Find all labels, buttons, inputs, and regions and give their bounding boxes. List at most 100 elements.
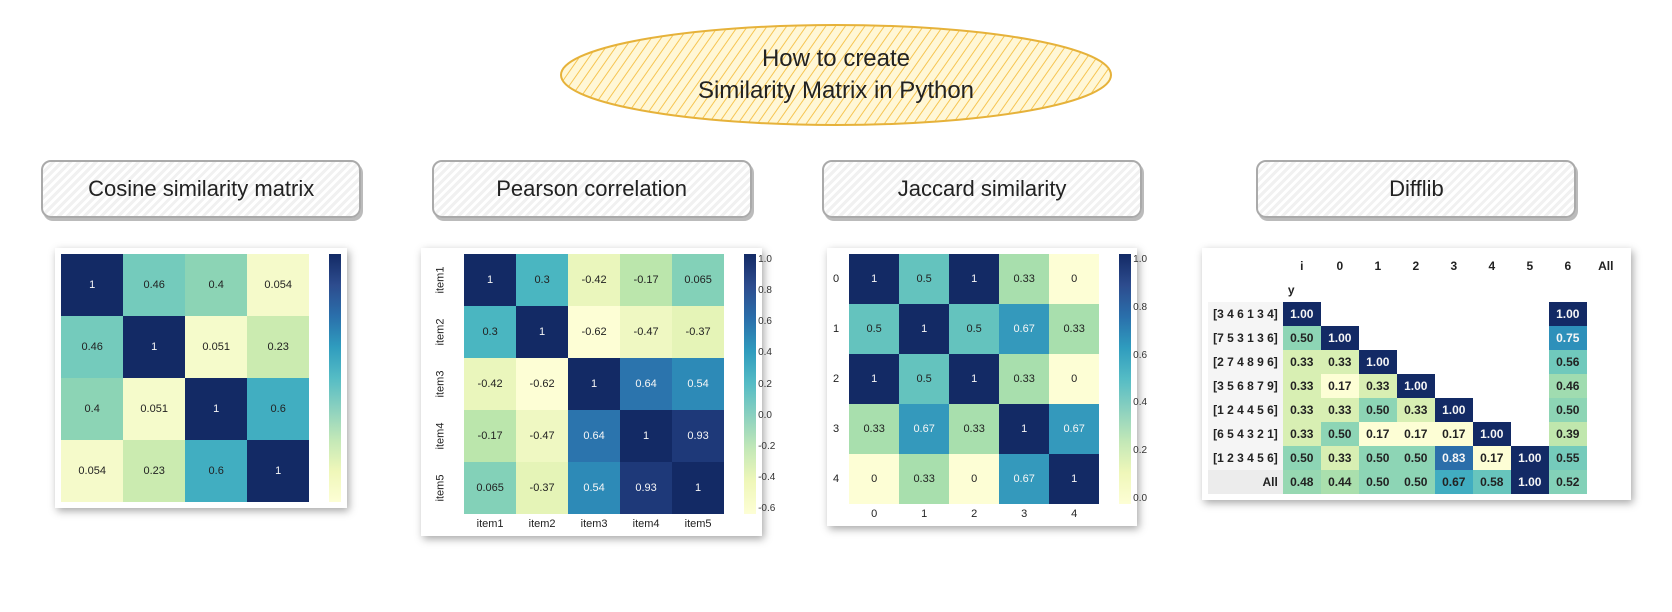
charts-row: Cosine similarity matrix 10.460.40.0540.… <box>30 160 1642 536</box>
table-cell <box>1511 350 1549 374</box>
colorbar-tick: 0.0 <box>1133 493 1147 504</box>
heatmap-grid: 10.510.3300.510.50.670.3310.510.3300.330… <box>849 254 1099 504</box>
y-tick: 1 <box>833 323 839 335</box>
table-cell <box>1397 350 1435 374</box>
colorbar-tick: -0.4 <box>758 472 775 483</box>
table-row: [7 5 3 1 3 6]0.501.000.75 <box>1208 326 1625 350</box>
heatmap-cell: -0.47 <box>516 410 568 462</box>
colorbar-ticks: 1.00.80.60.40.20.0 <box>1133 254 1147 504</box>
heatmap-cell: 0.64 <box>620 358 672 410</box>
table-col-header: 0 <box>1321 254 1359 278</box>
table-cell <box>1511 398 1549 422</box>
heatmap-cell: 0.054 <box>247 254 309 316</box>
colorbar-tick: 0.8 <box>1133 302 1147 313</box>
y-tick: item2 <box>435 319 447 346</box>
table-cell: 0.17 <box>1473 446 1511 470</box>
heatmap-cell: 0.33 <box>999 254 1049 304</box>
table-cell: 0.33 <box>1283 398 1321 422</box>
heatmap-cell: 0.3 <box>464 306 516 358</box>
table-cell <box>1435 350 1473 374</box>
heatmap-cell: -0.37 <box>672 306 724 358</box>
table-row-header: [3 4 6 1 3 4] <box>1208 302 1283 326</box>
heatmap-cell: 0.4 <box>61 378 123 440</box>
heatmap-ylabels: 01234 <box>833 254 843 504</box>
heatmap-cell: 0.3 <box>516 254 568 306</box>
colorbar-tick: 0.4 <box>758 347 775 358</box>
table-col-header: 1 <box>1359 254 1397 278</box>
table-row: [3 4 6 1 3 4]1.001.00 <box>1208 302 1625 326</box>
table-cell: 0.50 <box>1359 446 1397 470</box>
chart-pearson: item1item2item3item4item510.3-0.42-0.170… <box>421 248 762 536</box>
table-cell: 0.56 <box>1549 350 1587 374</box>
table-cell <box>1473 326 1511 350</box>
table-cell: 0.50 <box>1397 446 1435 470</box>
table-cell <box>1473 398 1511 422</box>
heatmap-ylabels: item1item2item3item4item5 <box>427 254 458 514</box>
heatmap-cell: 0 <box>849 454 899 504</box>
table-cell: 1.00 <box>1549 302 1587 326</box>
colorbar-tick: 0.2 <box>758 379 775 390</box>
heatmap-cell: 0 <box>1049 354 1099 404</box>
table-cell <box>1397 326 1435 350</box>
table-cell: 1.00 <box>1511 470 1549 494</box>
table-second-header: y <box>1283 278 1321 302</box>
y-tick: 0 <box>833 273 839 285</box>
heatmap-cell: 0.64 <box>568 410 620 462</box>
table-row: [1 2 3 4 5 6]0.500.330.500.500.830.171.0… <box>1208 446 1625 470</box>
heatmap-cell: 0.5 <box>899 254 949 304</box>
table-cell: 0.33 <box>1359 374 1397 398</box>
heatmap-cell: -0.17 <box>620 254 672 306</box>
colorbar: 1.00.80.60.40.20.0-0.2-0.4-0.6 <box>744 254 756 514</box>
label-jaccard: Jaccard similarity <box>822 160 1142 218</box>
x-tick: 1 <box>899 508 949 520</box>
table-cell: 0.58 <box>1473 470 1511 494</box>
table-cell: 0.83 <box>1435 446 1473 470</box>
table-cell: 0.39 <box>1549 422 1587 446</box>
title-line2: Similarity Matrix in Python <box>698 75 974 107</box>
heatmap-cell: 1 <box>949 254 999 304</box>
x-tick: 4 <box>1049 508 1099 520</box>
table-cell: 0.50 <box>1283 446 1321 470</box>
table-cell: 0.17 <box>1435 422 1473 446</box>
table-cell: 1.00 <box>1283 302 1321 326</box>
table-cell: 0.33 <box>1397 398 1435 422</box>
table-cell: 1.00 <box>1511 446 1549 470</box>
colorbar-tick: 0.8 <box>758 285 775 296</box>
heatmap-cell: 0.051 <box>123 378 185 440</box>
title-ellipse: How to create Similarity Matrix in Pytho… <box>556 20 1116 130</box>
heatmap-cell: 0.23 <box>247 316 309 378</box>
page-title-wrap: How to create Similarity Matrix in Pytho… <box>30 20 1642 130</box>
table-cell: 0.50 <box>1321 422 1359 446</box>
heatmap-cell: 0.6 <box>247 378 309 440</box>
table-cell <box>1511 374 1549 398</box>
heatmap-cell: 1 <box>849 254 899 304</box>
table-cell: 0.33 <box>1283 422 1321 446</box>
table-cell: 0.33 <box>1321 446 1359 470</box>
table-cell <box>1359 326 1397 350</box>
heatmap-cell: 0 <box>1049 254 1099 304</box>
table-cell: 0.33 <box>1283 350 1321 374</box>
colorbar-tick: -0.2 <box>758 441 775 452</box>
panel-difflib: Difflib i0123456Ally[3 4 6 1 3 4]1.001.0… <box>1202 160 1631 500</box>
table-cell <box>1359 302 1397 326</box>
table-cell: 1.00 <box>1359 350 1397 374</box>
table-cell: 0.46 <box>1549 374 1587 398</box>
heatmap-cell: 0.54 <box>568 462 620 514</box>
heatmap-cell: 0.67 <box>1049 404 1099 454</box>
panel-pearson: Pearson correlation item1item2item3item4… <box>421 160 762 536</box>
table-cell: 1.00 <box>1473 422 1511 446</box>
heatmap-cell: 0.67 <box>999 454 1049 504</box>
table-cell <box>1435 302 1473 326</box>
table-col-header: i <box>1283 254 1321 278</box>
table-col-header: All <box>1587 254 1625 278</box>
table-cell: 1.00 <box>1435 398 1473 422</box>
table-cell <box>1511 422 1549 446</box>
table-col-header: 2 <box>1397 254 1435 278</box>
heatmap-cell: 0.46 <box>123 254 185 316</box>
colorbar-tick: 1.0 <box>1133 254 1147 265</box>
heatmap-cell: 0.051 <box>185 316 247 378</box>
x-tick: item2 <box>516 518 568 530</box>
heatmap-cell: 1 <box>672 462 724 514</box>
heatmap-cell: 1 <box>516 306 568 358</box>
y-tick: 2 <box>833 373 839 385</box>
